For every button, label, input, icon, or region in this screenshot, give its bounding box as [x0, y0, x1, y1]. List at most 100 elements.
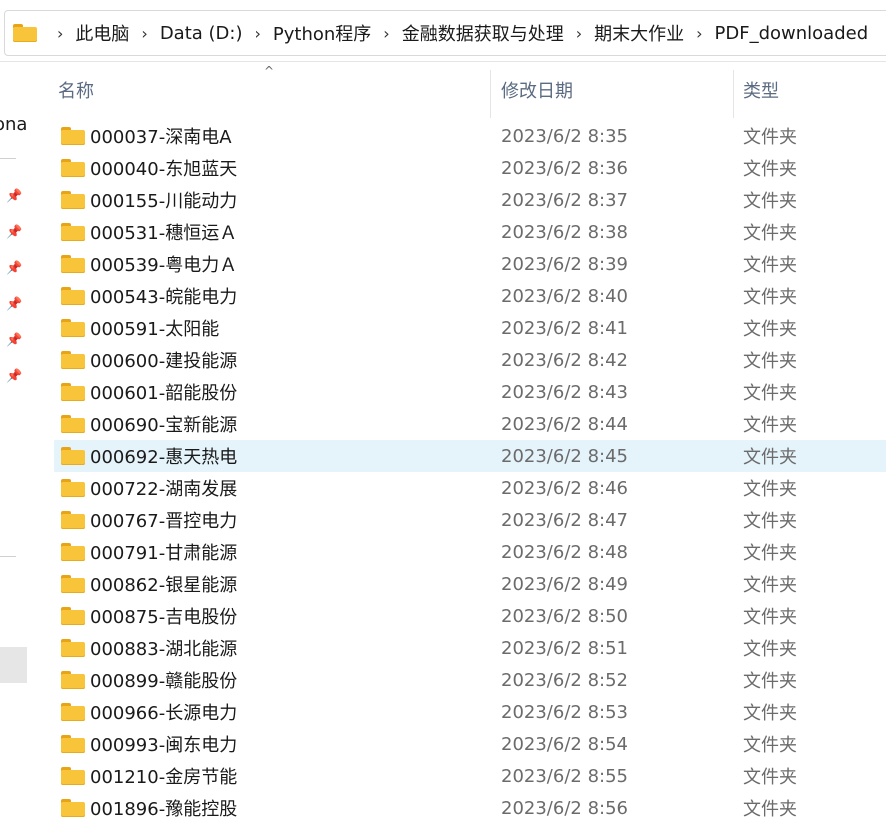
folder-icon — [61, 479, 85, 497]
file-name: 000692-惠天热电 — [90, 447, 238, 468]
file-row[interactable]: 000690-宝新能源 2023/6/2 8:44 文件夹 — [54, 408, 886, 440]
file-row[interactable]: 000531-穗恒运Ａ 2023/6/2 8:38 文件夹 — [54, 216, 886, 248]
file-name: 000531-穗恒运Ａ — [90, 223, 238, 244]
folder-icon — [61, 607, 85, 625]
folder-icon — [13, 24, 37, 42]
chevron-right-icon[interactable]: › — [383, 24, 389, 43]
file-name: 001896-豫能控股 — [90, 799, 238, 820]
file-date: 2023/6/2 8:45 — [501, 445, 628, 467]
file-row[interactable]: 000539-粤电力Ａ 2023/6/2 8:39 文件夹 — [54, 248, 886, 280]
navigation-pane: ona 📌 📌 📌 📌 📌 📌 — [0, 62, 28, 820]
folder-icon — [61, 543, 85, 561]
file-type: 文件夹 — [743, 383, 797, 404]
file-row[interactable]: 000601-韶能股份 2023/6/2 8:43 文件夹 — [54, 376, 886, 408]
nav-item-partial[interactable]: ona — [0, 114, 27, 135]
file-row[interactable]: 000543-皖能电力 2023/6/2 8:40 文件夹 — [54, 280, 886, 312]
nav-divider — [0, 158, 16, 159]
file-name: 000791-甘肃能源 — [90, 543, 238, 564]
file-name: 001210-金房节能 — [90, 767, 238, 788]
file-date: 2023/6/2 8:43 — [501, 381, 628, 403]
file-name: 000037-深南电A — [90, 127, 232, 148]
folder-icon — [61, 767, 85, 785]
column-divider[interactable] — [733, 70, 734, 118]
column-name[interactable]: 名称 — [58, 62, 94, 118]
pin-icon[interactable]: 📌 — [6, 262, 22, 276]
file-type: 文件夹 — [743, 735, 797, 756]
file-row[interactable]: 000037-深南电A 2023/6/2 8:35 文件夹 — [54, 120, 886, 152]
file-name: 000155-川能动力 — [90, 191, 238, 212]
file-name: 000601-韶能股份 — [90, 383, 238, 404]
file-name: 000993-闽东电力 — [90, 735, 238, 756]
pin-icon[interactable]: 📌 — [6, 298, 22, 312]
file-type: 文件夹 — [743, 287, 797, 308]
file-row[interactable]: 001210-金房节能 2023/6/2 8:55 文件夹 — [54, 760, 886, 792]
column-divider[interactable] — [490, 70, 491, 118]
nav-selected-item[interactable] — [0, 647, 27, 683]
breadcrumb-item[interactable]: 期末大作业 — [594, 20, 684, 46]
file-date: 2023/6/2 8:41 — [501, 317, 628, 339]
file-row[interactable]: 000791-甘肃能源 2023/6/2 8:48 文件夹 — [54, 536, 886, 568]
file-date: 2023/6/2 8:39 — [501, 253, 628, 275]
file-type: 文件夹 — [743, 639, 797, 660]
file-name: 000040-东旭蓝天 — [90, 159, 238, 180]
file-type: 文件夹 — [743, 319, 797, 340]
file-type: 文件夹 — [743, 703, 797, 724]
file-row[interactable]: 000155-川能动力 2023/6/2 8:37 文件夹 — [54, 184, 886, 216]
file-date: 2023/6/2 8:35 — [501, 125, 628, 147]
file-name: 000539-粤电力Ａ — [90, 255, 238, 276]
breadcrumb-item[interactable]: PDF_downloaded — [715, 23, 869, 44]
file-row[interactable]: 000600-建投能源 2023/6/2 8:42 文件夹 — [54, 344, 886, 376]
sort-up-icon: ^ — [264, 64, 275, 78]
file-date: 2023/6/2 8:55 — [501, 765, 628, 787]
pin-icon[interactable]: 📌 — [6, 190, 22, 204]
breadcrumb-item[interactable]: 金融数据获取与处理 — [402, 20, 564, 46]
chevron-right-icon[interactable]: › — [141, 24, 147, 43]
folder-icon — [61, 639, 85, 657]
file-row[interactable]: 000966-长源电力 2023/6/2 8:53 文件夹 — [54, 696, 886, 728]
file-row[interactable]: 000591-太阳能 2023/6/2 8:41 文件夹 — [54, 312, 886, 344]
file-type: 文件夹 — [743, 127, 797, 148]
address-field[interactable]: › 此电脑 › Data (D:) › Python程序 › 金融数据获取与处理 › 期末大作业 ›… — [4, 10, 886, 56]
breadcrumb-item[interactable]: 此电脑 — [75, 20, 129, 46]
file-row[interactable]: 000899-赣能股份 2023/6/2 8:52 文件夹 — [54, 664, 886, 696]
column-type[interactable]: 类型 — [743, 62, 779, 118]
file-type: 文件夹 — [743, 223, 797, 244]
chevron-right-icon[interactable]: › — [57, 24, 63, 43]
file-row[interactable]: 000875-吉电股份 2023/6/2 8:50 文件夹 — [54, 600, 886, 632]
folder-icon — [61, 511, 85, 529]
file-date: 2023/6/2 8:51 — [501, 637, 628, 659]
folder-icon — [61, 255, 85, 273]
chevron-right-icon[interactable]: › — [696, 24, 702, 43]
file-type: 文件夹 — [743, 479, 797, 500]
folder-icon — [61, 703, 85, 721]
file-row[interactable]: 001896-豫能控股 2023/6/2 8:56 文件夹 — [54, 792, 886, 824]
file-date: 2023/6/2 8:50 — [501, 605, 628, 627]
column-date[interactable]: 修改日期 — [501, 62, 573, 118]
folder-icon — [61, 671, 85, 689]
pin-icon[interactable]: 📌 — [6, 370, 22, 384]
file-row[interactable]: 000883-湖北能源 2023/6/2 8:51 文件夹 — [54, 632, 886, 664]
file-type: 文件夹 — [743, 575, 797, 596]
file-name: 000722-湖南发展 — [90, 479, 238, 500]
pin-icon[interactable]: 📌 — [6, 334, 22, 348]
file-date: 2023/6/2 8:38 — [501, 221, 628, 243]
file-type: 文件夹 — [743, 607, 797, 628]
chevron-right-icon[interactable]: › — [576, 24, 582, 43]
file-date: 2023/6/2 8:48 — [501, 541, 628, 563]
file-date: 2023/6/2 8:56 — [501, 797, 628, 819]
file-row[interactable]: 000692-惠天热电 2023/6/2 8:45 文件夹 — [54, 440, 886, 472]
breadcrumb-item[interactable]: Data (D:) — [160, 23, 243, 44]
file-name: 000767-晋控电力 — [90, 511, 238, 532]
file-row[interactable]: 000040-东旭蓝天 2023/6/2 8:36 文件夹 — [54, 152, 886, 184]
breadcrumb-item[interactable]: Python程序 — [273, 20, 371, 46]
file-row[interactable]: 000862-银星能源 2023/6/2 8:49 文件夹 — [54, 568, 886, 600]
file-row[interactable]: 000767-晋控电力 2023/6/2 8:47 文件夹 — [54, 504, 886, 536]
pin-icon[interactable]: 📌 — [6, 226, 22, 240]
folder-icon — [61, 127, 85, 145]
file-name: 000875-吉电股份 — [90, 607, 238, 628]
file-row[interactable]: 000722-湖南发展 2023/6/2 8:46 文件夹 — [54, 472, 886, 504]
file-name: 000600-建投能源 — [90, 351, 238, 372]
file-row[interactable]: 000993-闽东电力 2023/6/2 8:54 文件夹 — [54, 728, 886, 760]
chevron-right-icon[interactable]: › — [254, 24, 260, 43]
file-date: 2023/6/2 8:44 — [501, 413, 628, 435]
